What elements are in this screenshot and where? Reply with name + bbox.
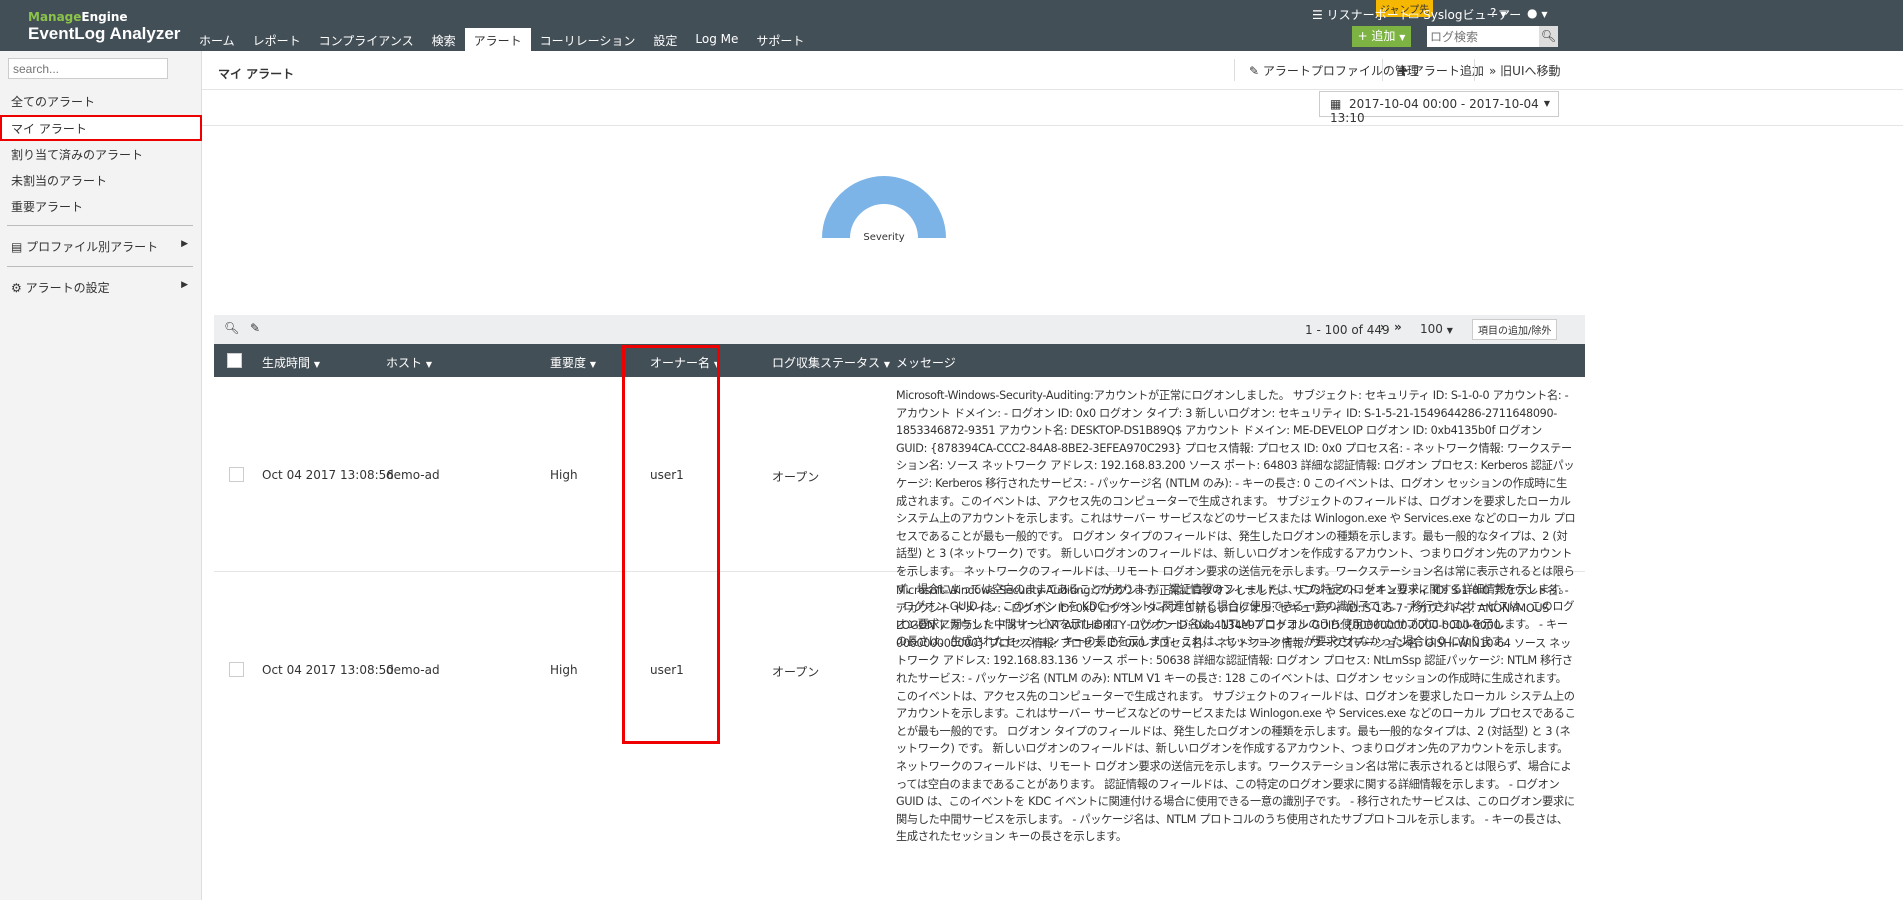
top-bar: ManageEngine EventLog Analyzer ホーム レポート … [0,0,1903,51]
listener-icon: ☰ [1312,8,1323,22]
status: オープン [772,470,820,484]
caret-down-icon: ▼ [1500,10,1507,19]
profile-icon: ▤ [11,240,23,254]
column-message[interactable]: メッセージ [896,354,956,371]
pagination-info: 1 - 100 of 449 [1305,323,1390,337]
user-avatar-icon: ● [1527,6,1538,20]
user-menu[interactable]: ● ▼ [1527,6,1547,20]
caret-down-icon: ▼ [1541,10,1548,19]
divider [7,266,193,267]
caret-down-icon: ▼ [1543,99,1550,108]
main-nav: ホーム レポート コンプライアンス 検索 アラート コーリレーション 設定 Lo… [190,28,813,51]
sidebar-item-alert-settings[interactable]: ⚙ アラートの設定 ▶ [0,274,202,300]
caret-down-icon: ▼ [883,360,890,369]
sidebar-item-unassigned-alerts[interactable]: 未割当のアラート [0,167,202,193]
nav-compliance[interactable]: コンプライアンス [310,28,423,51]
table-toolbar: 🔍︎ ✎ 1 - 100 of 449 › » 100 ▼ 項目の追加/除外 [214,315,1585,344]
select-all-checkbox[interactable] [227,353,242,368]
caret-down-icon: ▼ [1446,326,1453,335]
divider [7,225,193,226]
nav-search[interactable]: 検索 [423,28,465,51]
nav-home[interactable]: ホーム [190,28,244,51]
generated-time: Oct 04 2017 13:08:50 [262,663,394,677]
page-title: マイ アラート [218,67,295,81]
main-content: マイ アラート ✎ アラートプロファイルの管理 ✚ アラート追加 » 旧UIへ移… [202,51,1903,900]
severity: High [550,663,578,677]
table-row[interactable]: Oct 04 2017 13:08:56 demo-ad High user1 … [214,377,1585,648]
caret-down-icon: ▼ [425,360,432,369]
host: demo-ad [386,468,440,482]
page-size-select[interactable]: 100 ▼ [1420,322,1453,336]
sidebar-item-assigned-alerts[interactable]: 割り当て済みのアラート [0,141,202,167]
old-ui-button[interactable]: » 旧UIへ移動 [1489,62,1561,79]
log-search-input[interactable] [1427,26,1539,47]
sidebar-search-input[interactable] [8,58,168,79]
calendar-icon: ▦ [1330,97,1342,111]
sidebar: 全てのアラート マイ アラート 割り当て済みのアラート 未割当のアラート 重要ア… [0,51,202,900]
row-checkbox[interactable] [229,662,244,677]
nav-support[interactable]: サポート [747,28,813,51]
divider [202,89,1903,90]
divider [1234,59,1235,81]
divider [202,125,1903,126]
divider [1474,59,1475,81]
nav-correlation[interactable]: コーリレーション [531,28,645,51]
search-icon[interactable]: 🔍︎ [224,321,239,335]
manage-alert-profiles-button[interactable]: ✎ アラートプロファイルの管理 [1249,62,1419,79]
add-button[interactable]: + 追加 ▼ [1352,26,1411,47]
gauge-label: Severity [863,232,905,243]
pencil-icon: ✎ [1249,64,1260,78]
caret-down-icon: ▼ [313,360,320,369]
sidebar-item-all-alerts[interactable]: 全てのアラート [0,88,202,114]
caret-right-icon: ▶ [181,239,188,249]
monitor-icon: ▭ [1408,8,1420,22]
row-checkbox[interactable] [229,467,244,482]
generated-time: Oct 04 2017 13:08:56 [262,468,394,482]
product-name: EventLog Analyzer [28,24,181,43]
status: オープン [772,665,820,679]
plus-icon: ✚ [1398,64,1409,78]
date-range-picker[interactable]: ▦ 2017-10-04 00:00 - 2017-10-04 13:10 ▼ [1319,91,1559,125]
table-row[interactable]: Oct 04 2017 13:08:50 demo-ad High user1 … [214,572,1585,902]
sidebar-item-profile-alerts[interactable]: ▤ プロファイル別アラート ▶ [0,233,202,259]
caret-down-icon: ▼ [589,360,596,369]
help-menu[interactable]: ? ▼ [1490,6,1506,20]
host: demo-ad [386,663,440,677]
listener-port-link[interactable]: ☰ リスナーポート [1312,6,1411,23]
last-page-icon[interactable]: » [1394,320,1402,334]
manageengine-logo: ManageEngine [28,10,128,24]
caret-right-icon: ▶ [181,280,188,290]
sidebar-item-my-alerts[interactable]: マイ アラート [0,115,202,141]
caret-down-icon: ▼ [1399,33,1406,42]
nav-alerts[interactable]: アラート [464,28,531,51]
search-icon[interactable]: 🔍︎ [1539,26,1558,47]
message: Microsoft-Windows-Security-Auditing:アカウン… [896,584,1576,844]
next-page-icon[interactable]: › [1380,320,1385,334]
gauge-arc [822,176,946,238]
severity: High [550,468,578,482]
divider [1382,59,1383,81]
nav-reports[interactable]: レポート [244,28,310,51]
column-generated-time[interactable]: 生成時間 ▼ [262,354,320,371]
double-chevron-icon: » [1489,64,1497,78]
column-severity[interactable]: 重要度 ▼ [550,354,596,371]
nav-settings[interactable]: 設定 [644,28,686,51]
settings-icon: ⚙ [11,281,22,295]
sidebar-item-critical-alerts[interactable]: 重要アラート [0,193,202,219]
column-host[interactable]: ホスト ▼ [386,354,432,371]
add-alert-button[interactable]: ✚ アラート追加 [1398,62,1484,79]
pencil-icon[interactable]: ✎ [250,321,260,335]
add-remove-columns-button[interactable]: 項目の追加/除外 [1472,319,1558,340]
table-header: 生成時間 ▼ ホスト ▼ 重要度 ▼ オーナー名 ▼ ログ収集ステータス ▼ メ… [214,344,1585,377]
column-status[interactable]: ログ収集ステータス ▼ [772,354,890,371]
nav-logme[interactable]: Log Me [686,28,747,51]
owner-column-highlight [622,345,720,744]
